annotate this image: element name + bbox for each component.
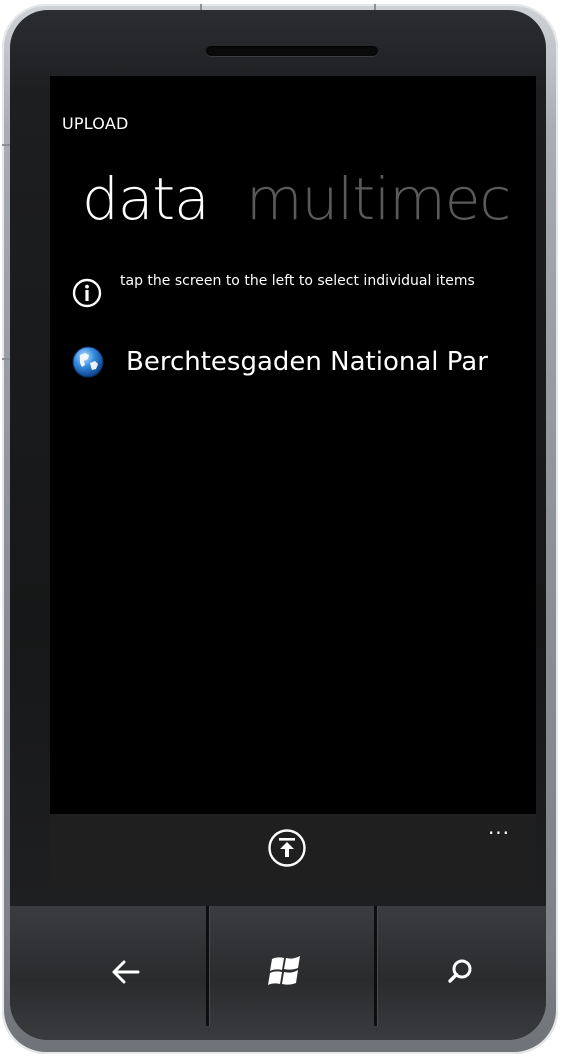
upload-icon[interactable]: [267, 828, 307, 868]
phone-screen: UPLOAD data multimec tap the screen to t…: [50, 76, 536, 886]
list-item-label: Berchtesgaden National Par: [126, 347, 488, 377]
back-arrow-icon[interactable]: [96, 942, 156, 1002]
hardware-button-bar: [10, 906, 546, 1040]
hardware-divider: [374, 906, 377, 1026]
globe-icon: [72, 346, 104, 378]
pivot-tab-multimedia[interactable]: multimec: [246, 168, 511, 230]
application-bar: ...: [50, 814, 536, 886]
app-title: UPLOAD: [62, 114, 129, 133]
more-options-button[interactable]: ...: [484, 817, 514, 840]
pivot-tab-data[interactable]: data: [82, 168, 210, 230]
info-text: tap the screen to the left to select ind…: [120, 273, 475, 289]
search-icon[interactable]: [430, 942, 490, 1002]
info-circle-icon: [72, 278, 102, 308]
pivot-header: data multimec: [50, 168, 536, 244]
hardware-divider: [206, 906, 209, 1026]
list-item[interactable]: Berchtesgaden National Par: [72, 342, 536, 386]
earpiece-speaker: [206, 46, 378, 56]
windows-logo-icon[interactable]: [256, 942, 316, 1002]
info-message: tap the screen to the left to select ind…: [72, 272, 512, 322]
